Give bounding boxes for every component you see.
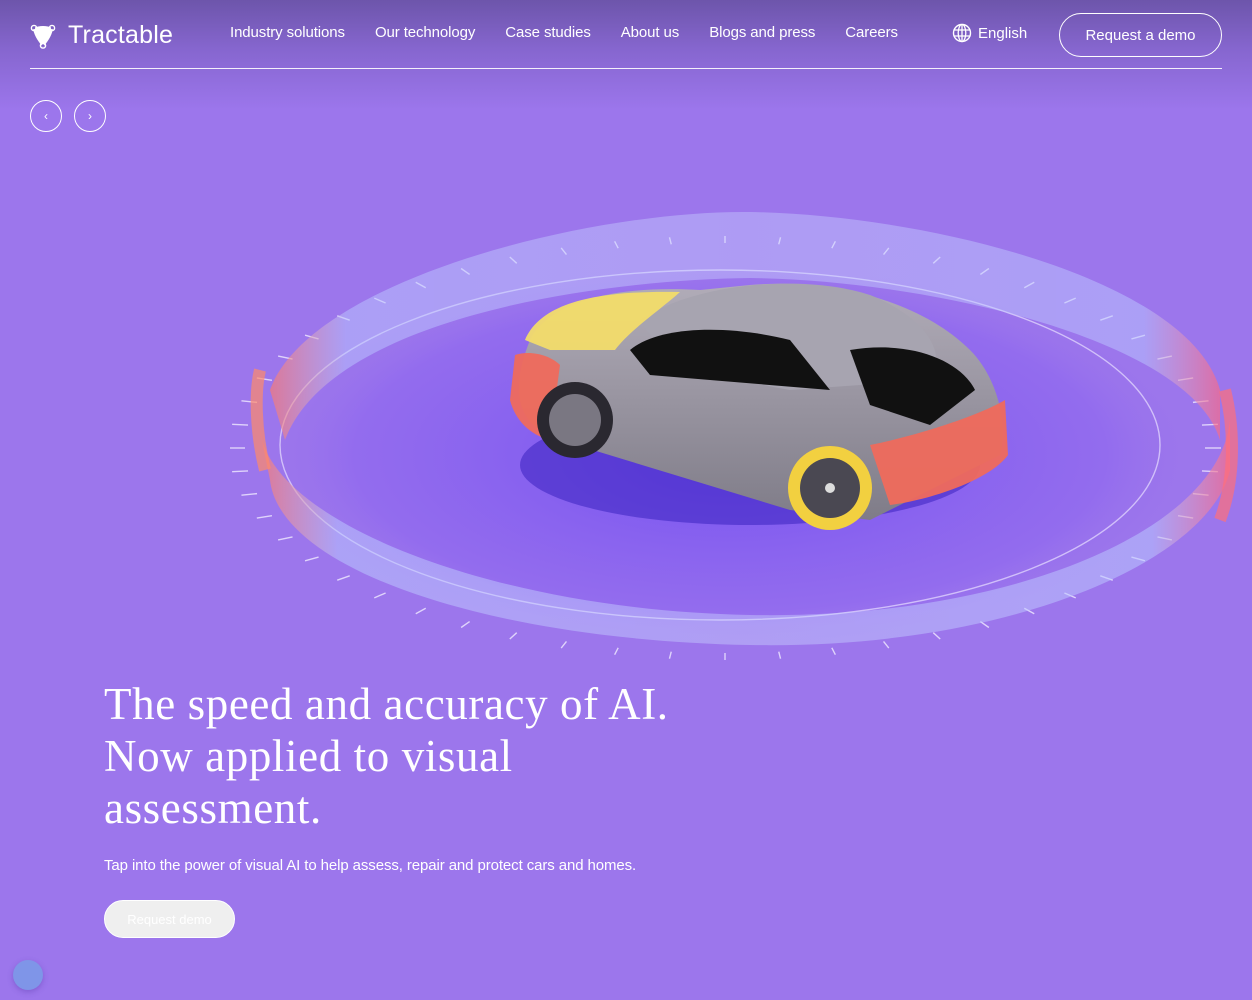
scale-tick bbox=[373, 592, 386, 599]
scale-tick bbox=[560, 641, 568, 649]
hero-title-line-3: assessment. bbox=[104, 783, 322, 833]
nav-our-technology[interactable]: Our technology bbox=[375, 24, 475, 41]
scale-tick bbox=[415, 607, 427, 615]
scale-tick bbox=[241, 492, 258, 496]
request-a-demo-button[interactable]: Request a demo bbox=[1059, 13, 1222, 57]
page: Tractable Industry solutions Our technol… bbox=[0, 0, 1252, 1000]
carousel-next-button[interactable]: › bbox=[74, 100, 106, 132]
scale-tick bbox=[232, 423, 249, 426]
scale-tick bbox=[614, 647, 619, 656]
scale-tick bbox=[668, 651, 672, 659]
header-divider bbox=[30, 68, 1222, 69]
scale-tick bbox=[509, 632, 518, 640]
main-nav: Industry solutions Our technology Case s… bbox=[230, 24, 898, 41]
scale-tick bbox=[277, 536, 293, 541]
nav-about-us[interactable]: About us bbox=[621, 24, 680, 41]
scale-tick bbox=[831, 647, 836, 656]
nav-careers[interactable]: Careers bbox=[845, 24, 898, 41]
request-demo-button[interactable]: Request demo bbox=[104, 900, 235, 938]
nav-blogs-and-press[interactable]: Blogs and press bbox=[709, 24, 815, 41]
scale-tick bbox=[232, 470, 249, 473]
hero-subtitle: Tap into the power of visual AI to help … bbox=[104, 857, 637, 874]
language-label: English bbox=[978, 24, 1028, 42]
scale-tick bbox=[882, 641, 890, 649]
chevron-left-icon: ‹ bbox=[44, 109, 48, 123]
hero-title-line-2: Now applied to visual bbox=[104, 731, 513, 781]
logo-text: Tractable bbox=[68, 21, 174, 49]
scale-tick bbox=[778, 651, 782, 659]
logo[interactable]: Tractable bbox=[30, 21, 173, 50]
globe-icon bbox=[952, 23, 972, 43]
scale-tick bbox=[460, 621, 471, 629]
carousel-prev-button[interactable]: ‹ bbox=[30, 100, 62, 132]
chat-bubble-icon[interactable] bbox=[13, 960, 43, 990]
hero-title: The speed and accuracy of AI. Now applie… bbox=[104, 678, 744, 834]
tractable-shield-icon bbox=[30, 24, 56, 49]
scale-tick bbox=[256, 515, 273, 519]
ribbon-left-edge bbox=[250, 368, 271, 472]
language-selector[interactable]: English bbox=[952, 23, 1027, 43]
scale-tick bbox=[336, 575, 350, 581]
site-header: Tractable Industry solutions Our technol… bbox=[30, 0, 1222, 70]
car-damage-assessment-illustration bbox=[230, 211, 1238, 660]
scale-tick bbox=[932, 632, 941, 640]
nav-industry-solutions[interactable]: Industry solutions bbox=[230, 24, 345, 41]
nav-case-studies[interactable]: Case studies bbox=[505, 24, 591, 41]
chevron-right-icon: › bbox=[88, 109, 92, 123]
hero-title-line-1: The speed and accuracy of AI. bbox=[104, 679, 669, 729]
scale-tick bbox=[304, 556, 319, 562]
